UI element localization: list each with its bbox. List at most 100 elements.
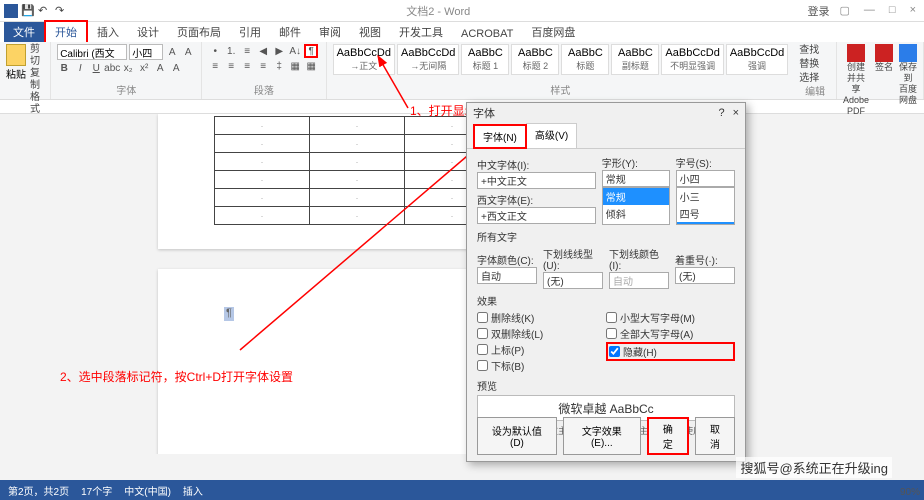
bullets-icon[interactable]: •: [208, 44, 222, 58]
insert-mode[interactable]: 插入: [183, 483, 203, 498]
tab-acrobat[interactable]: ACROBAT: [452, 26, 522, 42]
find-button[interactable]: 查找: [799, 44, 831, 57]
document-canvas[interactable]: ····· ····· ····· ····· ····· ····· ¶: [0, 114, 924, 454]
tab-insert[interactable]: 插入: [88, 22, 128, 42]
superscript-checkbox[interactable]: 上标(P): [477, 342, 606, 357]
hidden-checkbox[interactable]: 隐藏(H): [606, 342, 735, 361]
cancel-button[interactable]: 取消: [695, 417, 735, 455]
shading-icon[interactable]: ▦: [288, 59, 302, 73]
paragraph-label: 段落: [208, 82, 319, 97]
close-icon[interactable]: ×: [906, 4, 920, 17]
bold-icon[interactable]: B: [57, 61, 71, 75]
sort-icon[interactable]: A↓: [288, 44, 302, 58]
line-spacing-icon[interactable]: ‡: [272, 59, 286, 73]
style-5[interactable]: AaBbC副标题: [611, 44, 659, 75]
word-count[interactable]: 17个字: [81, 483, 112, 498]
dialog-close-icon[interactable]: ×: [733, 107, 739, 119]
subscript-checkbox[interactable]: 下标(B): [477, 358, 606, 373]
tab-layout[interactable]: 页面布局: [168, 22, 230, 42]
style-2[interactable]: AaBbC标题 1: [461, 44, 509, 75]
font-style-list[interactable]: 常规 倾斜 加粗: [602, 187, 670, 225]
underline-color-select[interactable]: 自动: [609, 272, 669, 289]
style-7[interactable]: AaBbCcDd强调: [726, 44, 788, 75]
style-6[interactable]: AaBbCcDd不明显强调: [661, 44, 723, 75]
highlight-icon[interactable]: A: [153, 61, 167, 75]
page-status[interactable]: 第2页，共2页: [8, 483, 69, 498]
font-color-select[interactable]: 自动: [477, 267, 537, 284]
tab-developer[interactable]: 开发工具: [390, 22, 452, 42]
create-pdf-button[interactable]: 创建并共享 Adobe PDF: [843, 44, 869, 117]
sign-button[interactable]: 签名: [875, 44, 893, 117]
inc-indent-icon[interactable]: ▶: [272, 44, 286, 58]
double-strike-checkbox[interactable]: 双删除线(L): [477, 326, 606, 341]
align-right-icon[interactable]: ≡: [240, 59, 254, 73]
tab-design[interactable]: 设计: [128, 22, 168, 42]
underline-icon[interactable]: U: [89, 61, 103, 75]
tab-view[interactable]: 视图: [350, 22, 390, 42]
all-caps-checkbox[interactable]: 全部大写字母(A): [606, 326, 735, 341]
font-size-list[interactable]: 小三 四号 小四: [676, 187, 735, 225]
dialog-titlebar[interactable]: 字体 ? ×: [467, 103, 745, 123]
dec-indent-icon[interactable]: ◀: [256, 44, 270, 58]
tab-references[interactable]: 引用: [230, 22, 270, 42]
style-1[interactable]: AaBbCcDd→无间隔: [397, 44, 459, 75]
cn-font-select[interactable]: +中文正文: [477, 172, 596, 189]
underline-select[interactable]: (无): [543, 272, 603, 289]
baidu-save-button[interactable]: 保存到 百度网盘: [899, 44, 917, 117]
sup-icon[interactable]: x²: [137, 61, 151, 75]
style-0[interactable]: AaBbCcDd→正文: [333, 44, 395, 75]
font-style-input[interactable]: 常规: [602, 170, 670, 187]
sub-icon[interactable]: x₂: [121, 61, 135, 75]
borders-icon[interactable]: ▦: [304, 59, 318, 73]
font-size-select[interactable]: 小四: [129, 44, 163, 60]
style-3[interactable]: AaBbC标题 2: [511, 44, 559, 75]
ribbon-opts-icon[interactable]: ▢: [836, 4, 854, 17]
show-marks-button[interactable]: ¶: [304, 44, 318, 58]
minimize-icon[interactable]: —: [860, 4, 879, 17]
tab-baidu[interactable]: 百度网盘: [522, 22, 584, 42]
tab-review[interactable]: 审阅: [310, 22, 350, 42]
dialog-help-icon[interactable]: ?: [718, 107, 724, 119]
font-size-label: 字号(S):: [676, 155, 735, 170]
align-left-icon[interactable]: ≡: [208, 59, 222, 73]
dialog-tab-font[interactable]: 字体(N): [473, 124, 527, 149]
numbering-icon[interactable]: 1.: [224, 44, 238, 58]
strike-checkbox[interactable]: 删除线(K): [477, 310, 606, 325]
language-status[interactable]: 中文(中国): [124, 483, 171, 498]
grow-font-icon[interactable]: A: [165, 45, 179, 59]
redo-icon[interactable]: ↷: [55, 4, 69, 18]
paragraph-mark-selected[interactable]: ¶: [224, 307, 234, 321]
shrink-font-icon[interactable]: A: [181, 45, 195, 59]
tab-file[interactable]: 文件: [4, 22, 44, 42]
cut-button[interactable]: 剪切: [30, 44, 44, 68]
style-4[interactable]: AaBbC标题: [561, 44, 609, 75]
text-effects-button[interactable]: 文字效果(E)...: [563, 417, 641, 455]
justify-icon[interactable]: ≡: [256, 59, 270, 73]
undo-icon[interactable]: ↶: [38, 4, 52, 18]
en-font-select[interactable]: +西文正文: [477, 207, 596, 224]
underline-color-label: 下划线颜色(I):: [609, 246, 669, 272]
set-default-button[interactable]: 设为默认值(D): [477, 417, 557, 455]
italic-icon[interactable]: I: [73, 61, 87, 75]
align-center-icon[interactable]: ≡: [224, 59, 238, 73]
emphasis-select[interactable]: (无): [675, 267, 735, 284]
save-icon[interactable]: 💾: [21, 4, 35, 18]
multilevel-icon[interactable]: ≡: [240, 44, 254, 58]
select-button[interactable]: 选择: [799, 72, 831, 85]
paragraph-group: • 1. ≡ ◀ ▶ A↓ ¶ ≡ ≡ ≡ ≡ ‡ ▦ ▦ 段落: [202, 42, 326, 99]
small-caps-checkbox[interactable]: 小型大写字母(M): [606, 310, 735, 325]
dialog-tab-advanced[interactable]: 高级(V): [526, 123, 577, 148]
quick-access-toolbar[interactable]: 💾 ↶ ↷: [21, 4, 69, 18]
replace-button[interactable]: 替换: [799, 58, 831, 71]
strike-icon[interactable]: abc: [105, 61, 119, 75]
login-link[interactable]: 登录: [808, 3, 830, 19]
underline-label: 下划线线型(U):: [543, 246, 603, 272]
font-size-input[interactable]: 小四: [676, 170, 735, 187]
ok-button[interactable]: 确定: [647, 417, 689, 455]
font-color-icon[interactable]: A: [169, 61, 183, 75]
tab-mailings[interactable]: 邮件: [270, 22, 310, 42]
tab-home[interactable]: 开始: [44, 20, 88, 42]
maximize-icon[interactable]: □: [885, 4, 900, 17]
font-name-select[interactable]: Calibri (西文: [57, 44, 127, 60]
copy-button[interactable]: 复制: [30, 68, 44, 92]
